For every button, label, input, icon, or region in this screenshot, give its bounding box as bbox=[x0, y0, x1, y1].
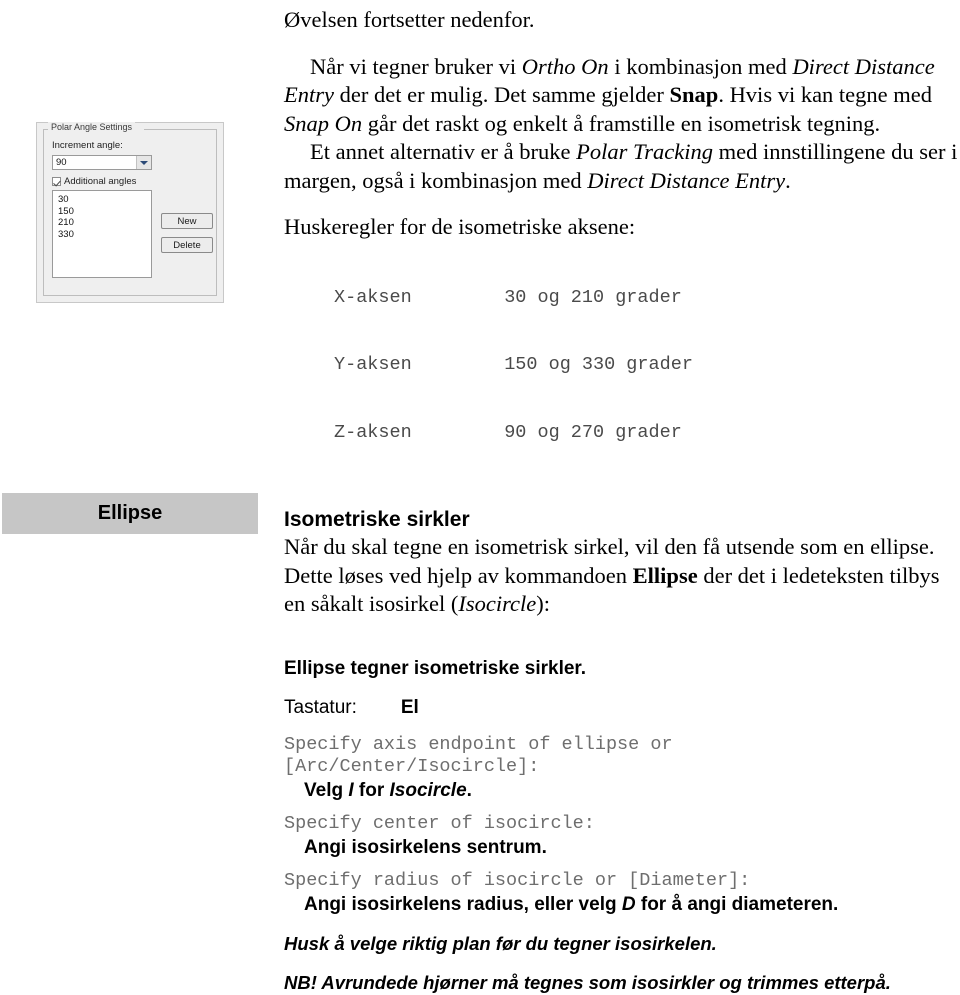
term-ortho-on: Ortho On bbox=[521, 53, 609, 79]
delete-angle-button[interactable]: Delete bbox=[161, 237, 213, 253]
answer-angi-radius: Angi isosirkelens radius, eller velg D f… bbox=[284, 892, 960, 917]
new-angle-button[interactable]: New bbox=[161, 213, 213, 229]
prompt-specify-axis-endpoint-line1: Specify axis endpoint of ellipse or bbox=[284, 733, 673, 755]
keyboard-label: Tastatur: bbox=[284, 696, 357, 718]
axis-degrees: 30 og 210 grader bbox=[504, 286, 682, 308]
axis-degrees: 90 og 270 grader bbox=[504, 421, 682, 443]
additional-angles-checkbox[interactable]: Additional angles bbox=[52, 176, 136, 187]
axis-name: X-aksen bbox=[334, 286, 412, 308]
group-title: Polar Angle Settings bbox=[48, 122, 136, 132]
text-fragment: for å angi diameteren. bbox=[635, 893, 839, 915]
answer-velg-i-for-isocircle: Velg I for Isocircle. bbox=[284, 778, 960, 803]
polar-angle-settings-group: Polar Angle Settings Increment angle: 90… bbox=[43, 122, 217, 296]
text-fragment: . bbox=[466, 779, 472, 801]
term-isocircle: Isocircle bbox=[389, 779, 467, 801]
list-item[interactable]: 150 bbox=[58, 206, 151, 218]
text-fragment: . Hvis vi kan tegne med bbox=[718, 82, 933, 107]
chevron-down-icon[interactable] bbox=[136, 156, 151, 169]
checkmark-icon bbox=[52, 177, 61, 186]
note-avrundede-hjorner: NB! Avrundede hjørner må tegnes som isos… bbox=[284, 971, 891, 993]
increment-angle-value: 90 bbox=[56, 157, 67, 168]
prompt-specify-axis-endpoint-line2: [Arc/Center/Isocircle]: bbox=[284, 755, 540, 777]
term-snap-on: Snap On bbox=[284, 110, 363, 136]
additional-angles-label: Additional angles bbox=[64, 176, 137, 187]
keyboard-shortcut-value: El bbox=[400, 696, 419, 718]
prompt-specify-radius: Specify radius of isocircle or [Diameter… bbox=[284, 869, 751, 891]
axes-heading: Huskeregler for de isometriske aksene: bbox=[284, 214, 636, 239]
text-fragment: går det raskt og enkelt å framstille en … bbox=[362, 110, 881, 136]
command-name-label: Ellipse bbox=[97, 502, 163, 524]
command-name-band: Ellipse bbox=[2, 493, 258, 534]
polar-angle-settings-dialog: Polar Angle Settings Increment angle: 90… bbox=[36, 122, 224, 303]
list-item[interactable]: 330 bbox=[58, 229, 151, 241]
term-snap: Snap bbox=[669, 82, 719, 107]
section-heading-isometriske-sirkler: Isometriske sirkler bbox=[284, 508, 470, 531]
group-rule-right bbox=[144, 129, 216, 130]
paragraph-isocircle: Når du skal tegne en isometrisk sirkel, … bbox=[284, 533, 960, 619]
text-fragment: Velg bbox=[304, 779, 349, 801]
note-velg-riktig-plan: Husk å velge riktig plan før du tegner i… bbox=[284, 932, 717, 954]
term-ellipse: Ellipse bbox=[632, 562, 698, 588]
axis-name: Y-aksen bbox=[334, 354, 412, 375]
main-content-column: Øvelsen fortsetter nedenfor. Når vi tegn… bbox=[284, 0, 960, 995]
axis-name: Z-aksen bbox=[334, 421, 412, 443]
command-description: Ellipse tegner isometriske sirkler. bbox=[284, 657, 587, 679]
term-isocircle: Isocircle bbox=[458, 591, 537, 616]
term-polar-tracking: Polar Tracking bbox=[576, 139, 714, 164]
increment-angle-label: Increment angle: bbox=[52, 140, 123, 151]
list-item[interactable]: 210 bbox=[58, 217, 151, 229]
text-fragment: i kombinasjon med bbox=[608, 53, 793, 79]
prompt-specify-center: Specify center of isocircle: bbox=[284, 812, 595, 834]
keyboard-shortcut-row: Tastatur: El bbox=[284, 695, 960, 720]
intro-paragraph: Øvelsen fortsetter nedenfor. bbox=[284, 7, 535, 32]
paragraph-ortho-snap: Når vi tegner bruker vi Ortho On i kombi… bbox=[284, 53, 960, 139]
term-direct-distance-entry: Direct Distance Entry bbox=[587, 167, 786, 193]
paragraph-polar-tracking: Et annet alternativ er å bruke Polar Tra… bbox=[284, 138, 960, 195]
text-fragment: . bbox=[785, 167, 791, 193]
option-key-d: D bbox=[621, 893, 636, 915]
axes-table: X-aksen 30 og 210 grader Y-aksen 150 og 33… bbox=[284, 242, 960, 490]
text-fragment: ): bbox=[536, 591, 550, 616]
text-fragment: der det er mulig. Det samme gjelder bbox=[334, 82, 670, 107]
table-row: Y-aksen 150 og 330 grader bbox=[334, 354, 960, 377]
table-row: Z-aksen 90 og 270 grader bbox=[334, 422, 960, 445]
table-row: X-aksen 30 og 210 grader bbox=[334, 287, 960, 310]
additional-angles-list[interactable]: 30 150 210 330 bbox=[52, 190, 152, 278]
answer-angi-sentrum: Angi isosirkelens sentrum. bbox=[304, 836, 547, 858]
text-fragment: Når vi tegner bruker vi bbox=[310, 53, 522, 79]
text-fragment: for bbox=[353, 779, 390, 801]
list-item[interactable]: 30 bbox=[58, 194, 151, 206]
increment-angle-dropdown[interactable]: 90 bbox=[52, 155, 152, 170]
text-fragment: Angi isosirkelens radius, eller velg bbox=[304, 893, 622, 915]
axis-degrees: 150 og 330 grader bbox=[504, 354, 693, 375]
text-fragment: Et annet alternativ er å bruke bbox=[310, 139, 577, 164]
